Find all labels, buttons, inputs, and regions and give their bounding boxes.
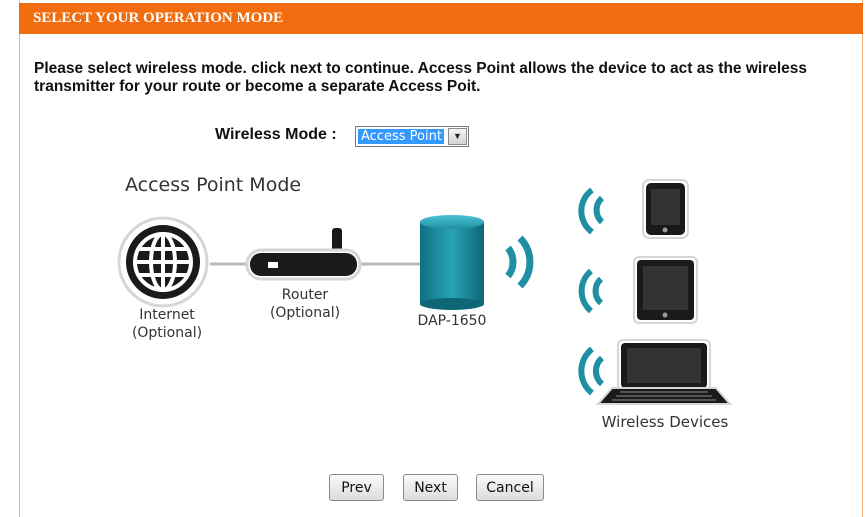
cancel-button[interactable]: Cancel bbox=[476, 474, 544, 501]
next-button[interactable]: Next bbox=[403, 474, 458, 501]
access-point-device-icon bbox=[420, 215, 484, 310]
laptop-signal-icon bbox=[578, 346, 605, 396]
router-label: Router bbox=[282, 287, 329, 303]
phone-device-icon bbox=[642, 179, 689, 239]
router-optional-label: (Optional) bbox=[270, 305, 340, 321]
globe-icon bbox=[117, 216, 209, 308]
wifi-signal-icon bbox=[505, 235, 534, 289]
diagram-title: Access Point Mode bbox=[125, 174, 301, 196]
internet-optional-label: (Optional) bbox=[132, 325, 202, 341]
laptop-device-icon bbox=[595, 339, 733, 405]
phone-signal-icon bbox=[578, 187, 605, 235]
tablet-device-icon bbox=[633, 256, 698, 324]
router-icon bbox=[245, 228, 362, 281]
device-model-label: DAP-1650 bbox=[418, 313, 487, 329]
wireless-devices-label: Wireless Devices bbox=[602, 413, 729, 431]
tablet-signal-icon bbox=[578, 268, 604, 314]
internet-label: Internet bbox=[139, 307, 195, 323]
access-point-diagram: Access Point Mode Internet (Optional) Ro… bbox=[117, 174, 733, 431]
prev-button[interactable]: Prev bbox=[329, 474, 384, 501]
